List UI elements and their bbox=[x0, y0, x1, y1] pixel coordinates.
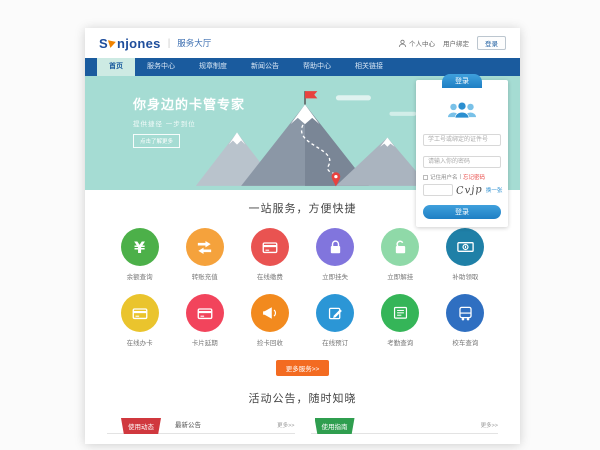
announcements-title: 活动公告，随时知晓 bbox=[107, 390, 498, 406]
login-submit-button[interactable]: 登录 bbox=[423, 205, 501, 219]
login-panel: 登录 记住用户名 | 忘记密码 Cvjp bbox=[416, 80, 508, 227]
account-input[interactable] bbox=[423, 134, 501, 146]
remember-divider: | bbox=[460, 174, 461, 180]
logo-text-left: S bbox=[99, 36, 108, 51]
login-tab[interactable]: 登录 bbox=[442, 74, 482, 88]
logo-divider: | bbox=[168, 38, 171, 49]
nav-item-service-center[interactable]: 服务中心 bbox=[135, 58, 187, 76]
service-item-unfreeze[interactable]: 立即解挂 bbox=[368, 228, 433, 281]
logo[interactable]: S njones | 服务大厅 bbox=[99, 36, 211, 51]
megaphone-icon bbox=[251, 294, 289, 332]
lock-icon bbox=[316, 228, 354, 266]
list-icon bbox=[381, 294, 419, 332]
edit-icon bbox=[316, 294, 354, 332]
announcements-left-panel: 使用动态 最新公告 更多>> bbox=[107, 417, 295, 434]
header: S njones | 服务大厅 个人中心 用户绑定 登录 bbox=[85, 28, 520, 58]
header-right: 个人中心 用户绑定 登录 bbox=[398, 36, 506, 50]
right-more-link[interactable]: 更多>> bbox=[481, 421, 498, 433]
banknote-icon bbox=[446, 228, 484, 266]
left-more-link[interactable]: 更多>> bbox=[277, 421, 294, 433]
service-item-transfer[interactable]: 转账充值 bbox=[172, 228, 237, 281]
service-item-apply-card[interactable]: 在线办卡 bbox=[107, 294, 172, 347]
transfer-icon bbox=[186, 228, 224, 266]
service-item-booking[interactable]: 在线预订 bbox=[302, 294, 367, 347]
tab-latest-announcements[interactable]: 最新公告 bbox=[175, 419, 201, 433]
tab-usage-news[interactable]: 使用动态 bbox=[121, 418, 161, 434]
service-item-card-extension[interactable]: 卡片延期 bbox=[172, 294, 237, 347]
nav-item-help[interactable]: 帮助中心 bbox=[291, 58, 343, 76]
screenshot-background: S njones | 服务大厅 个人中心 用户绑定 登录 首页 服务中心 bbox=[0, 0, 600, 450]
captcha-row: Cvjp 换一张 bbox=[423, 184, 501, 196]
personal-center-link[interactable]: 个人中心 bbox=[398, 38, 435, 48]
card-icon bbox=[186, 294, 224, 332]
nav-item-home[interactable]: 首页 bbox=[97, 58, 135, 76]
bus-icon bbox=[446, 294, 484, 332]
user-binding-label: 用户绑定 bbox=[443, 38, 469, 48]
service-item-balance[interactable]: ¥ 余额查询 bbox=[107, 228, 172, 281]
service-item-card-recovery[interactable]: 捡卡回收 bbox=[237, 294, 302, 347]
card-icon bbox=[251, 228, 289, 266]
hero-banner: 你身边的卡管专家 提供捷径 一步到位 点击了解更多 bbox=[85, 76, 520, 190]
remember-checkbox[interactable] bbox=[423, 175, 428, 180]
announcements-right-panel: 使用指南 更多>> bbox=[311, 417, 499, 434]
yen-icon: ¥ bbox=[121, 228, 159, 266]
hero-subtitle: 提供捷径 一步到位 bbox=[133, 118, 245, 128]
more-services-button[interactable]: 更多服务>> bbox=[276, 360, 330, 376]
nav-item-news[interactable]: 新闻公告 bbox=[239, 58, 291, 76]
logo-text-right: njones bbox=[117, 36, 161, 51]
header-login-button[interactable]: 登录 bbox=[477, 36, 506, 50]
remember-label: 记住用户名 bbox=[430, 173, 458, 181]
password-input[interactable] bbox=[423, 156, 501, 168]
portal-name: 服务大厅 bbox=[177, 37, 211, 49]
captcha-image[interactable]: Cvjp bbox=[456, 184, 484, 197]
service-item-school-bus[interactable]: 校车查询 bbox=[433, 294, 498, 347]
card-icon bbox=[121, 294, 159, 332]
remember-row: 记住用户名 | 忘记密码 bbox=[423, 173, 501, 181]
page-card: S njones | 服务大厅 个人中心 用户绑定 登录 首页 服务中心 bbox=[85, 28, 520, 444]
hero-text: 你身边的卡管专家 提供捷径 一步到位 点击了解更多 bbox=[133, 94, 245, 148]
hero-title: 你身边的卡管专家 bbox=[133, 94, 245, 113]
personal-center-label: 个人中心 bbox=[409, 38, 435, 48]
services-grid: ¥ 余额查询 转账充值 在线缴费 bbox=[107, 228, 498, 347]
unlock-icon bbox=[381, 228, 419, 266]
service-item-subsidy[interactable]: 补助领取 bbox=[433, 228, 498, 281]
user-binding-link[interactable]: 用户绑定 bbox=[443, 38, 469, 48]
nav-item-links[interactable]: 相关链接 bbox=[343, 58, 395, 76]
user-icon bbox=[398, 39, 407, 48]
service-item-pay[interactable]: 在线缴费 bbox=[237, 228, 302, 281]
service-item-report-loss[interactable]: 立即挂失 bbox=[302, 228, 367, 281]
nav-item-rules[interactable]: 规章制度 bbox=[187, 58, 239, 76]
service-item-attendance[interactable]: 考勤查询 bbox=[368, 294, 433, 347]
logo-arrow-icon bbox=[108, 38, 117, 48]
captcha-refresh-link[interactable]: 换一张 bbox=[486, 186, 503, 194]
users-icon bbox=[423, 100, 501, 124]
hero-cta-button[interactable]: 点击了解更多 bbox=[133, 134, 180, 148]
captcha-input[interactable] bbox=[423, 184, 453, 196]
announcements-section: 活动公告，随时知晓 使用动态 最新公告 更多>> 使用指南 更多>> bbox=[85, 376, 520, 444]
forgot-password-link[interactable]: 忘记密码 bbox=[463, 173, 485, 181]
tab-usage-guide[interactable]: 使用指南 bbox=[315, 418, 355, 434]
